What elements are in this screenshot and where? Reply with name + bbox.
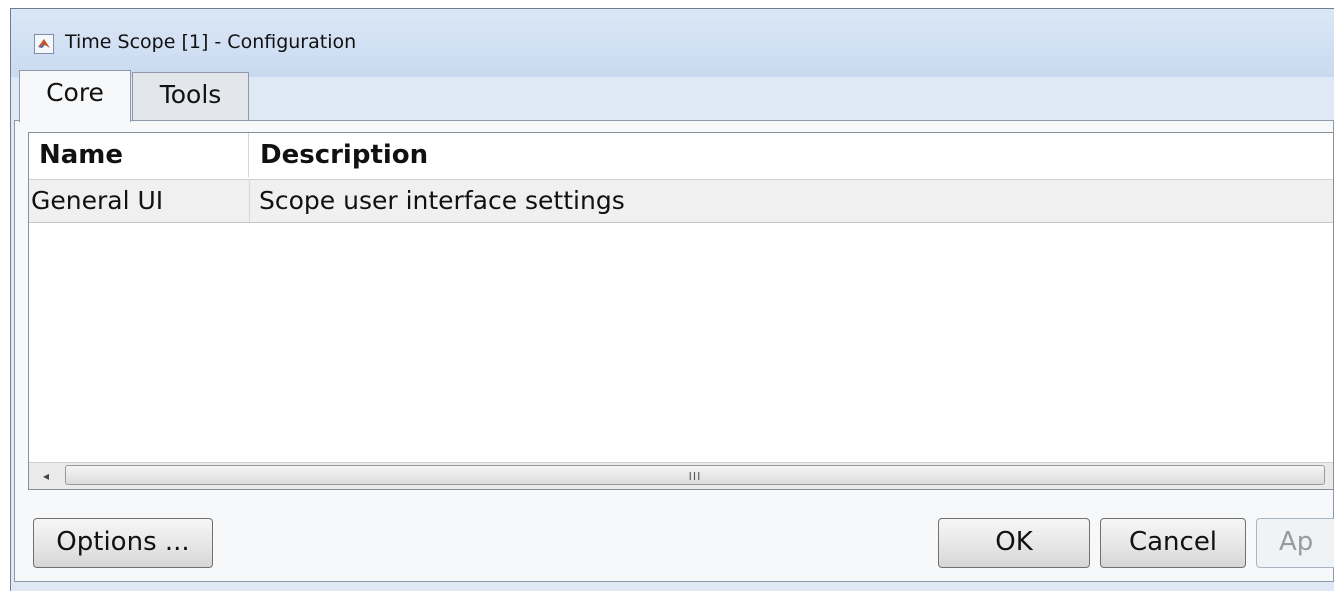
scroll-left-arrow-icon[interactable]: ◂ <box>31 465 61 487</box>
cancel-button[interactable]: Cancel <box>1100 518 1246 568</box>
grip-icon: III <box>688 470 702 483</box>
tab-tools[interactable]: Tools <box>132 72 249 120</box>
cell-name: General UI <box>31 180 250 222</box>
table-row[interactable]: General UI Scope user interface settings <box>29 179 1333 223</box>
window-title: Time Scope [1] - Configuration <box>65 31 357 53</box>
settings-table: Name Description General UI Scope user i… <box>28 132 1334 490</box>
horizontal-scrollbar[interactable]: ◂ III <box>29 462 1333 489</box>
title-bar[interactable]: Time Scope [1] - Configuration <box>11 9 1334 77</box>
tab-core[interactable]: Core <box>19 70 131 122</box>
apply-button[interactable]: Ap <box>1256 518 1334 568</box>
options-button[interactable]: Options ... <box>33 518 213 568</box>
column-header-description[interactable]: Description <box>250 133 1333 177</box>
matlab-logo-icon <box>34 34 54 54</box>
scroll-thumb[interactable]: III <box>65 465 1325 485</box>
cell-description: Scope user interface settings <box>259 186 625 215</box>
column-header-name[interactable]: Name <box>29 133 249 177</box>
ok-button[interactable]: OK <box>938 518 1090 568</box>
